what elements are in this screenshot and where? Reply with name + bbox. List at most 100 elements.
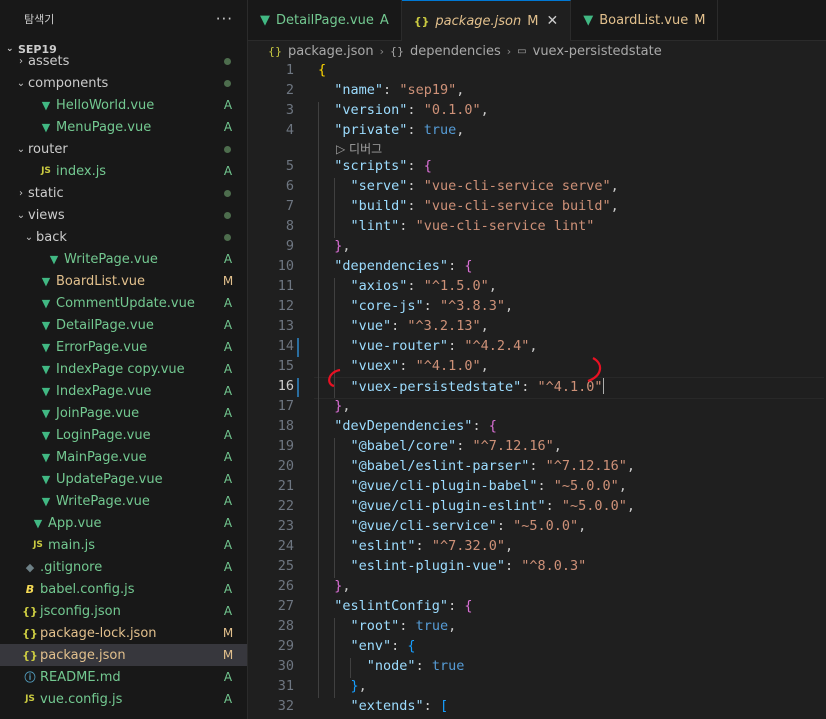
tree-file[interactable]: ▼ WritePage.vue A [0,248,247,270]
tree-file[interactable]: ▼ App.vue A [0,512,247,534]
close-icon[interactable]: ✕ [546,13,558,29]
tree-file[interactable]: {} jsconfig.json A [0,600,247,622]
code-line[interactable]: "eslint-plugin-vue": "^8.0.3" [318,558,587,574]
tree-item-label: index.js [56,163,107,179]
tree-file[interactable]: ▼ BoardList.vue M [0,270,247,292]
code-line[interactable]: { [318,62,326,78]
code-line[interactable]: "dependencies": { [318,258,472,274]
code-token: : [448,258,465,274]
code-line[interactable]: "name": "sep19", [318,82,464,98]
line-number: 19 [277,438,294,454]
code-token: "^3.2.13" [407,318,481,334]
code-line[interactable]: "build": "vue-cli-service build", [318,198,619,214]
code-line[interactable]: "eslintConfig": { [318,598,472,614]
code-line[interactable]: "core-js": "^3.8.3", [318,298,514,314]
tree-file[interactable]: ▼ WritePage.vue A [0,490,247,512]
tree-file[interactable]: ▼ CommentUpdate.vue A [0,292,247,314]
code-line[interactable]: "private": true, [318,122,464,138]
tree-folder[interactable]: ⌄ back [0,226,247,248]
line-number: 27 [277,598,294,614]
code-line[interactable]: "@vue/cli-service": "~5.0.0", [318,518,587,534]
code-line[interactable]: "version": "0.1.0", [318,102,488,118]
code-line[interactable]: "extends": [ [318,698,449,714]
tree-file[interactable]: ▼ ErrorPage.vue A [0,336,247,358]
code-token: , [618,478,627,494]
tree-folder[interactable]: › static [0,182,247,204]
code-token: "vue-router" [350,338,449,354]
code-line[interactable]: "lint": "vue-cli-service lint" [318,218,595,234]
code-line[interactable]: "vuex": "^4.1.0", [318,358,489,374]
tree-file[interactable]: JS main.js A [0,534,247,556]
tab-status: M [694,12,706,28]
code-line[interactable]: "@babel/eslint-parser": "^7.12.16", [318,458,636,474]
editor-tab[interactable]: {} package.json M ✕ [401,0,572,41]
code-token: : [383,82,400,98]
code-line[interactable]: }, [318,678,367,694]
breadcrumb-segment-property[interactable]: vuex-persistedstate [533,44,662,59]
debug-codelens[interactable]: ▷ 디버그 [336,140,382,157]
tree-file[interactable]: ▼ HelloWorld.vue A [0,94,247,116]
tree-file[interactable]: {} package-lock.json M [0,622,247,644]
tree-file[interactable]: JS vue.config.js A [0,688,247,710]
editor-tab[interactable]: ▼ BoardList.vue M [571,0,719,40]
tab-status: A [379,12,389,28]
line-number: 24 [277,538,294,554]
tree-file[interactable]: ▼ MenuPage.vue A [0,116,247,138]
tree-folder[interactable]: ⌄ components [0,72,247,94]
code-line[interactable]: "@vue/cli-plugin-babel": "~5.0.0", [318,478,627,494]
code-line[interactable]: "vue": "^3.2.13", [318,318,489,334]
tree-file[interactable]: {} package.json M [0,644,247,666]
tree-item-label: vue.config.js [40,691,123,707]
indent-guide [350,658,351,678]
code-line[interactable]: "node": true [318,658,465,674]
tree-file[interactable]: ⓘ README.md A [0,666,247,688]
code-line[interactable]: }, [318,398,350,414]
code-line[interactable]: "vuex-persistedstate": "^4.1.0" [318,378,604,395]
tree-file[interactable]: ▼ UpdatePage.vue A [0,468,247,490]
code-token: { [464,598,473,614]
code-line[interactable]: }, [318,238,350,254]
tree-file[interactable]: ▼ IndexPage copy.vue A [0,358,247,380]
tree-folder[interactable]: › assets [0,50,247,72]
code-line[interactable]: "@vue/cli-plugin-eslint": "~5.0.0", [318,498,636,514]
code-line[interactable]: "eslint": "^7.32.0", [318,538,514,554]
code-line[interactable]: "scripts": { [318,158,432,174]
code-token: "devDependencies" [334,418,473,434]
code-token: "private" [334,122,408,138]
json-file-icon: {} [22,626,38,640]
tree-file[interactable]: ▼ DetailPage.vue A [0,314,247,336]
tree-file[interactable]: Bbabel.config.js A [0,578,247,600]
code-token: , [610,178,619,194]
line-number: 8 [285,218,294,234]
code-line[interactable]: "root": true, [318,618,457,634]
code-token: "version" [334,102,408,118]
ellipsis-icon[interactable]: ··· [216,10,233,28]
code-line[interactable]: "env": { [318,638,416,654]
editor-tab[interactable]: ▼ DetailPage.vue A [248,0,402,40]
breadcrumb-file[interactable]: package.json [288,44,374,59]
tree-folder[interactable]: ⌄ router [0,138,247,160]
tree-file[interactable]: ▼ LoginPage.vue A [0,424,247,446]
vue-file-icon: ▼ [41,98,51,112]
code-line[interactable]: }, [318,578,350,594]
breadcrumb-segment-dependencies[interactable]: dependencies [410,44,501,59]
tree-file[interactable]: ◆ .gitignore A [0,556,247,578]
code-line[interactable]: "axios": "^1.5.0", [318,278,497,294]
tree-folder[interactable]: ⌄ views [0,204,247,226]
code-line[interactable]: "@babel/core": "^7.12.16", [318,438,562,454]
chevron-right-icon: › [506,44,512,58]
code-line[interactable]: "vue-router": "^4.2.4", [318,338,538,354]
line-number: 15 [277,358,294,374]
code-token: : [529,458,546,474]
line-number: 30 [277,658,294,674]
tree-file[interactable]: ▼ JoinPage.vue A [0,402,247,424]
code-line[interactable]: "serve": "vue-cli-service serve", [318,178,619,194]
tree-file[interactable]: JS index.js A [0,160,247,182]
tree-file[interactable]: ▼ IndexPage.vue A [0,380,247,402]
tree-file[interactable]: ▼ MainPage.vue A [0,446,247,468]
code-line[interactable]: "devDependencies": { [318,418,497,434]
tree-item-label: .gitignore [40,559,103,575]
